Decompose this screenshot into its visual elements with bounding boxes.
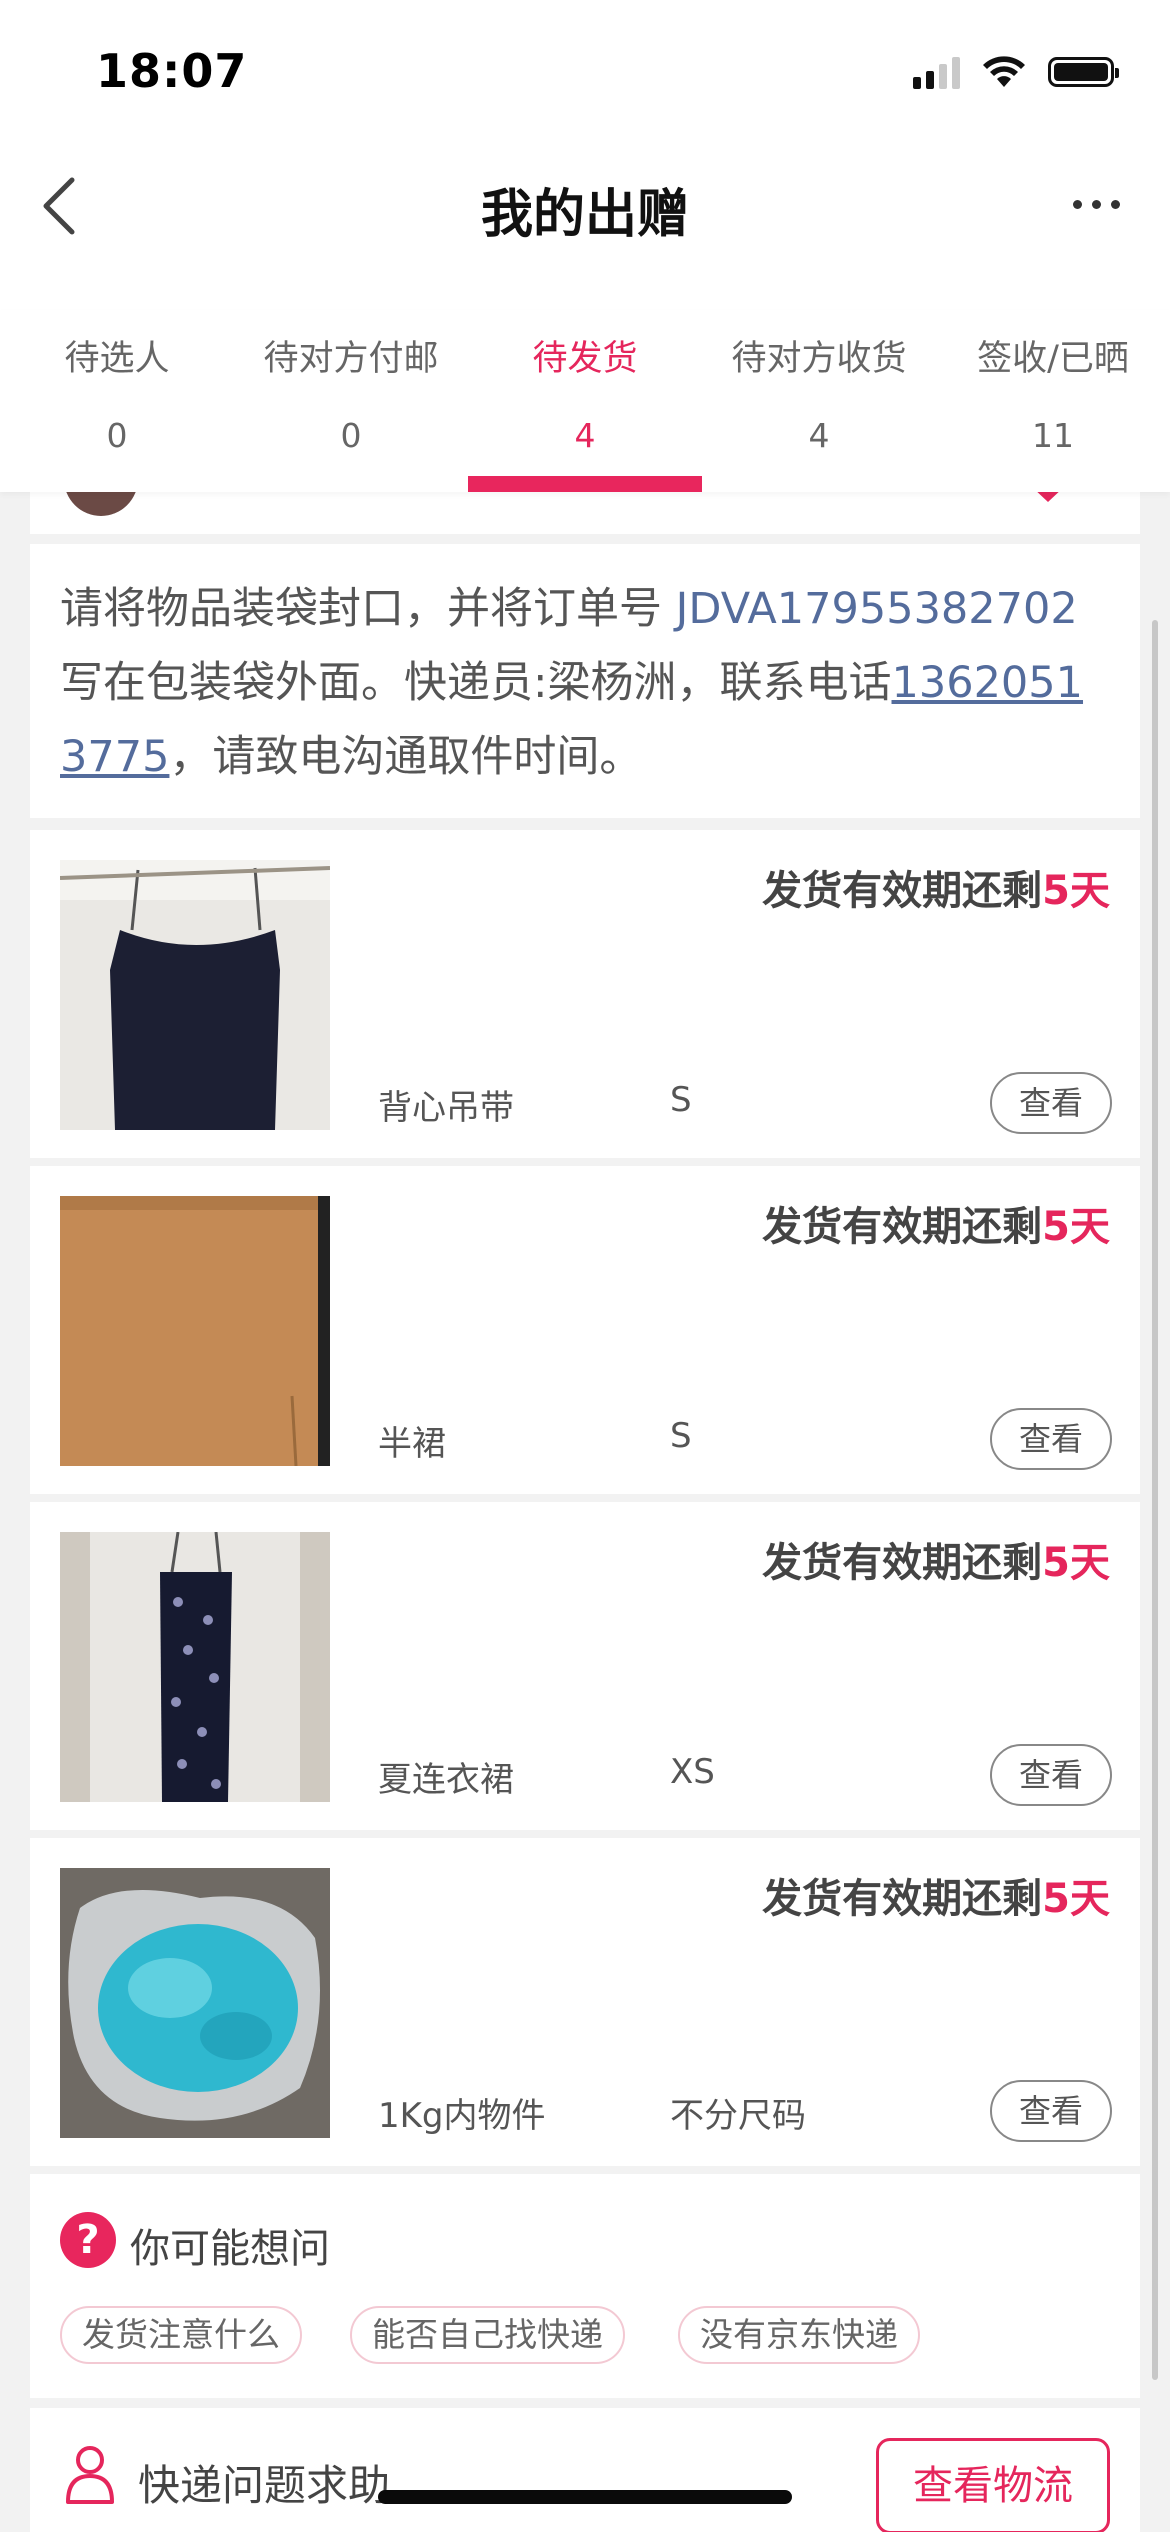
shipping-deadline: 发货有效期还剩5天 [762, 1866, 1110, 1924]
view-button[interactable]: 查看 [990, 2080, 1112, 2142]
instructions-text-part: 写在包装袋外面。快递员:梁杨洲，联系电话 [60, 658, 892, 708]
item-size: S [670, 1416, 692, 1456]
tab-count: 4 [808, 416, 830, 455]
courier-help-text[interactable]: 快递问题求助 [138, 2452, 390, 2513]
deadline-days: 5天 [1042, 1204, 1110, 1250]
deadline-days: 5天 [1042, 1540, 1110, 1586]
item-photo-skirt[interactable] [60, 1196, 330, 1466]
item-size: XS [670, 1752, 715, 1792]
nav-bar: 我的出赠 [0, 140, 1170, 270]
tab-count: 11 [1032, 416, 1074, 455]
item-photo-image [60, 860, 330, 1130]
item-card: 发货有效期还剩5天 1Kg内物件 不分尺码 查看 [30, 1838, 1140, 2166]
item-photo-image [60, 1868, 330, 2138]
tab-count: 0 [106, 416, 128, 455]
deadline-label: 发货有效期还剩 [762, 1204, 1043, 1250]
order-number: JDVA17955382702 [675, 584, 1078, 634]
view-button[interactable]: 查看 [990, 1744, 1112, 1806]
status-time: 18:07 [96, 44, 248, 98]
view-button[interactable]: 查看 [990, 1072, 1112, 1134]
cellular-signal-icon [913, 55, 960, 89]
more-icon[interactable] [1056, 174, 1136, 234]
shipping-deadline: 发货有效期还剩5天 [762, 1530, 1110, 1588]
status-tabs: 待选人 0 待对方付邮 0 待发货 4 待对方收货 4 签收/已晒 11 [0, 310, 1170, 492]
tab-indicator-active [468, 476, 702, 492]
item-photo-package[interactable] [60, 1868, 330, 2138]
item-photo-image [60, 1196, 330, 1466]
page-title: 我的出赠 [480, 185, 689, 245]
deadline-days: 5天 [1042, 1876, 1110, 1922]
tab-label: 签收/已晒 [977, 339, 1129, 379]
faq-chip[interactable]: 能否自己找快递 [350, 2306, 625, 2364]
faq-chip[interactable]: 发货注意什么 [60, 2306, 302, 2364]
faq-title: 你可能想问 [130, 2226, 330, 2272]
tab-label: 待对方收货 [731, 339, 907, 379]
item-name: 1Kg内物件 [378, 2096, 546, 2136]
tab-count: 0 [340, 416, 362, 455]
tab-pending-postage[interactable]: 待对方付邮 0 [234, 310, 468, 492]
view-logistics-button[interactable]: 查看物流 [876, 2438, 1110, 2532]
instructions-text-part: 请将物品装袋封口，并将订单号 [60, 584, 676, 634]
tab-count: 4 [574, 416, 596, 455]
question-icon: ? [60, 2212, 116, 2268]
faq-chip[interactable]: 没有京东快递 [678, 2306, 920, 2364]
deadline-label: 发货有效期还剩 [762, 868, 1043, 914]
instructions-text-part: ，请致电沟通取件时间。 [169, 732, 643, 782]
battery-icon [1048, 57, 1119, 87]
shipping-deadline: 发货有效期还剩5天 [762, 1194, 1110, 1252]
shipping-instructions: 请将物品装袋封口，并将订单号 JDVA17955382702 写在包装袋外面。快… [30, 544, 1140, 818]
wifi-icon [983, 56, 1025, 87]
recipient-header-card [30, 492, 1140, 534]
scrollbar[interactable] [1152, 620, 1158, 2380]
faq-section: ? 你可能想问 发货注意什么 能否自己找快递 没有京东快递 [30, 2174, 1140, 2398]
item-size: S [670, 1080, 692, 1120]
deadline-label: 发货有效期还剩 [762, 1876, 1043, 1922]
status-bar: 18:07 [0, 0, 1170, 140]
item-card: 发货有效期还剩5天 夏连衣裙 XS 查看 [30, 1502, 1140, 1830]
tab-label: 待发货 [532, 339, 638, 379]
tab-pending-shipment[interactable]: 待发货 4 [468, 310, 702, 492]
instructions-text: 请将物品装袋封口，并将订单号 JDVA17955382702 写在包装袋外面。快… [60, 572, 1110, 794]
item-name: 背心吊带 [378, 1088, 514, 1128]
shipping-deadline: 发货有效期还剩5天 [762, 858, 1110, 916]
item-name: 夏连衣裙 [378, 1760, 514, 1800]
item-card: 发货有效期还剩5天 半裙 S 查看 [30, 1166, 1140, 1494]
item-card: 发货有效期还剩5天 背心吊带 S 查看 [30, 830, 1140, 1158]
content-area: 请将物品装袋封口，并将订单号 JDVA17955382702 写在包装袋外面。快… [0, 492, 1170, 2532]
deadline-days: 5天 [1042, 868, 1110, 914]
item-photo-image [60, 1532, 330, 1802]
item-photo-dress[interactable] [60, 1532, 330, 1802]
tab-label: 待选人 [64, 339, 170, 379]
tab-received[interactable]: 签收/已晒 11 [936, 310, 1170, 492]
tab-pending-select[interactable]: 待选人 0 [0, 310, 234, 492]
courier-help-bar: 快递问题求助 查看物流 [30, 2408, 1140, 2532]
item-size: 不分尺码 [670, 2096, 806, 2136]
home-indicator[interactable] [378, 2490, 792, 2504]
tab-label: 待对方付邮 [263, 339, 439, 379]
view-button[interactable]: 查看 [990, 1408, 1112, 1470]
deadline-label: 发货有效期还剩 [762, 1540, 1043, 1586]
item-photo-camisole[interactable] [60, 860, 330, 1130]
user-icon [66, 2446, 114, 2504]
avatar[interactable] [64, 492, 138, 516]
ribbon-icon [1016, 492, 1080, 502]
item-name: 半裙 [378, 1424, 446, 1464]
status-icons [913, 52, 1119, 92]
tab-pending-receipt[interactable]: 待对方收货 4 [702, 310, 936, 492]
